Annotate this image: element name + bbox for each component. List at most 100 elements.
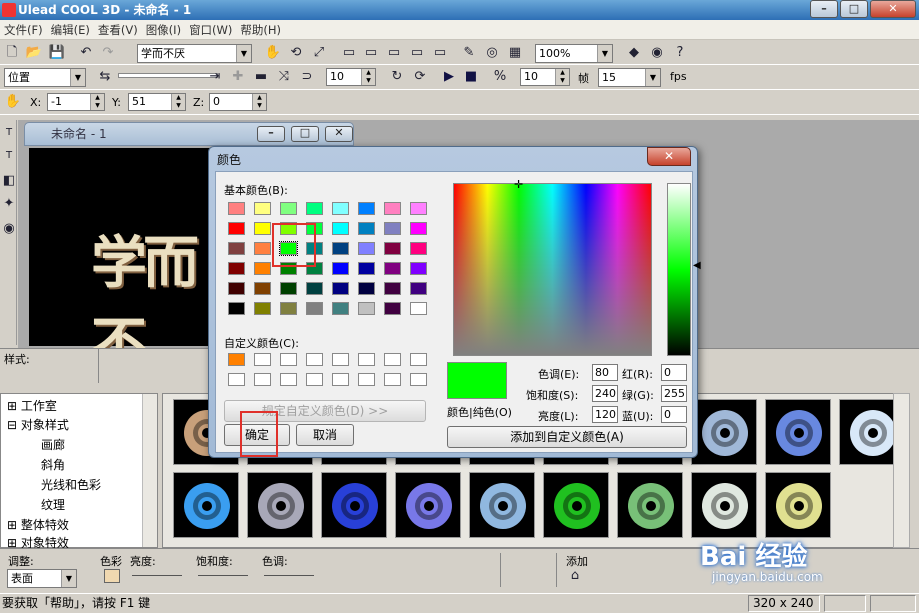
menu-help[interactable]: 帮助(H) [236, 20, 285, 40]
basic-color-swatch[interactable] [358, 202, 375, 215]
web-icon[interactable]: ◉ [648, 44, 666, 62]
frame-number-spinner[interactable]: 10 ▲ ▼ [326, 68, 376, 86]
saturation-slider[interactable] [198, 575, 248, 576]
basic-color-swatch[interactable] [280, 302, 297, 315]
basic-color-swatch[interactable] [228, 302, 245, 315]
basic-color-swatch[interactable] [384, 282, 401, 295]
gallery-thumbnail[interactable] [321, 472, 387, 538]
hue-slider[interactable] [264, 575, 314, 576]
basic-color-swatch[interactable] [254, 302, 271, 315]
rotate-icon[interactable]: ⟲ [287, 44, 305, 62]
basic-color-swatch[interactable] [358, 242, 375, 255]
tree-item-studio[interactable]: ⊞ 工作室 [7, 399, 57, 413]
lum-field[interactable]: 120 [592, 406, 618, 423]
basic-color-swatch[interactable] [332, 222, 349, 235]
custom-color-swatch[interactable] [332, 353, 349, 366]
attribute-combo[interactable]: 位置 ▼ [4, 68, 86, 87]
basic-color-swatch[interactable] [306, 202, 323, 215]
basic-color-swatch[interactable] [280, 202, 297, 215]
minimize-button[interactable]: – [810, 0, 838, 18]
tree-item-bevel[interactable]: 斜角 [41, 458, 65, 472]
custom-color-swatch[interactable] [332, 373, 349, 386]
basic-color-swatch[interactable] [228, 202, 245, 215]
fps-combo[interactable]: 15 ▼ [598, 68, 661, 87]
luminance-bar[interactable] [667, 183, 691, 356]
basic-color-swatch[interactable] [410, 242, 427, 255]
custom-color-swatch[interactable] [384, 353, 401, 366]
timeline-slider[interactable] [118, 73, 218, 78]
tree-item-texture[interactable]: 纹理 [41, 498, 65, 512]
gallery-thumbnail[interactable] [765, 472, 831, 538]
menu-file[interactable]: 文件(F) [0, 20, 47, 40]
basic-color-swatch[interactable] [410, 202, 427, 215]
cool3d-icon[interactable]: ◉ [0, 220, 18, 238]
luminance-arrow-icon[interactable]: ◀ [693, 260, 701, 271]
basic-color-swatch[interactable] [228, 262, 245, 275]
basic-color-swatch[interactable] [254, 222, 271, 235]
basic-color-swatch[interactable] [228, 242, 245, 255]
basic-color-swatch[interactable] [306, 282, 323, 295]
add-light-icon[interactable]: ⌂ [566, 567, 584, 585]
view-side-icon[interactable]: ▭ [385, 44, 403, 62]
x-spinner[interactable]: -1 ▲ ▼ [47, 93, 105, 111]
reverse-icon[interactable]: ⤨ [275, 68, 293, 86]
custom-color-swatch[interactable] [228, 353, 245, 366]
gallery-thumbnail[interactable] [469, 472, 535, 538]
custom-color-swatch[interactable] [254, 353, 271, 366]
custom-color-swatch[interactable] [410, 353, 427, 366]
gallery-thumbnail[interactable] [691, 472, 757, 538]
basic-color-swatch[interactable] [358, 302, 375, 315]
red-field[interactable]: 0 [661, 364, 687, 381]
basic-color-swatch[interactable] [228, 282, 245, 295]
hand-icon[interactable]: ✋ [4, 93, 22, 111]
undo-icon[interactable]: ↶ [77, 44, 95, 62]
z-spinner[interactable]: 0 ▲ ▼ [209, 93, 267, 111]
save-icon[interactable]: 💾 [48, 44, 66, 62]
menu-edit[interactable]: 编辑(E) [47, 20, 94, 40]
insert-object-icon[interactable]: ◧ [0, 172, 18, 190]
custom-color-swatch[interactable] [306, 353, 323, 366]
custom-color-swatch[interactable] [280, 373, 297, 386]
view-back-icon[interactable]: ▭ [431, 44, 449, 62]
basic-color-swatch[interactable] [384, 242, 401, 255]
custom-color-swatch[interactable] [358, 353, 375, 366]
tree-item-light-color[interactable]: 光线和色彩 [41, 478, 101, 492]
gallery-thumbnail[interactable] [247, 472, 313, 538]
smooth-icon[interactable]: ⊃ [298, 68, 316, 86]
basic-color-swatch[interactable] [410, 262, 427, 275]
edit-text-icon[interactable]: T [0, 147, 18, 165]
add-key-icon[interactable]: ✚ [229, 68, 247, 86]
globe-icon[interactable]: ◎ [483, 44, 501, 62]
insert-text-icon[interactable]: T [0, 124, 18, 142]
zoom-combo[interactable]: 100% ▼ [535, 44, 613, 63]
gallery-scrollbar[interactable] [893, 393, 910, 548]
color-swatch[interactable] [104, 569, 120, 583]
remove-key-icon[interactable]: ▬ [252, 68, 270, 86]
hue-field[interactable]: 80 [592, 364, 618, 381]
basic-color-swatch[interactable] [254, 262, 271, 275]
gallery-thumbnail[interactable] [173, 472, 239, 538]
menu-window[interactable]: 窗口(W) [185, 20, 236, 40]
chart-icon[interactable]: ▦ [506, 44, 524, 62]
tree-item-global-effects[interactable]: ⊞ 整体特效 [7, 518, 69, 532]
gallery-thumbnail[interactable] [765, 399, 831, 465]
new-file-icon[interactable]: 🗋 [3, 44, 21, 62]
keyframe-add-icon[interactable]: ⇆ [96, 68, 114, 86]
basic-color-swatch[interactable] [228, 222, 245, 235]
basic-color-swatch[interactable] [384, 202, 401, 215]
surface-combo[interactable]: 表面 ▼ [7, 569, 77, 588]
add-custom-color-button[interactable]: 添加到自定义颜色(A) [447, 426, 687, 448]
stop-icon[interactable]: ■ [462, 68, 480, 86]
insert-graphic-icon[interactable]: ✦ [0, 195, 18, 213]
gallery-thumbnail[interactable] [617, 472, 683, 538]
basic-color-swatch[interactable] [358, 262, 375, 275]
gallery-thumbnail[interactable] [543, 472, 609, 538]
basic-color-swatch[interactable] [332, 302, 349, 315]
tree-scrollbar[interactable] [142, 394, 157, 547]
tree-item-object-style[interactable]: ⊟ 对象样式 [7, 418, 69, 432]
custom-color-swatch[interactable] [228, 373, 245, 386]
basic-color-swatch[interactable] [254, 202, 271, 215]
basic-color-swatch[interactable] [358, 222, 375, 235]
maximize-button[interactable]: □ [840, 0, 868, 18]
cancel-button[interactable]: 取消 [296, 424, 354, 446]
